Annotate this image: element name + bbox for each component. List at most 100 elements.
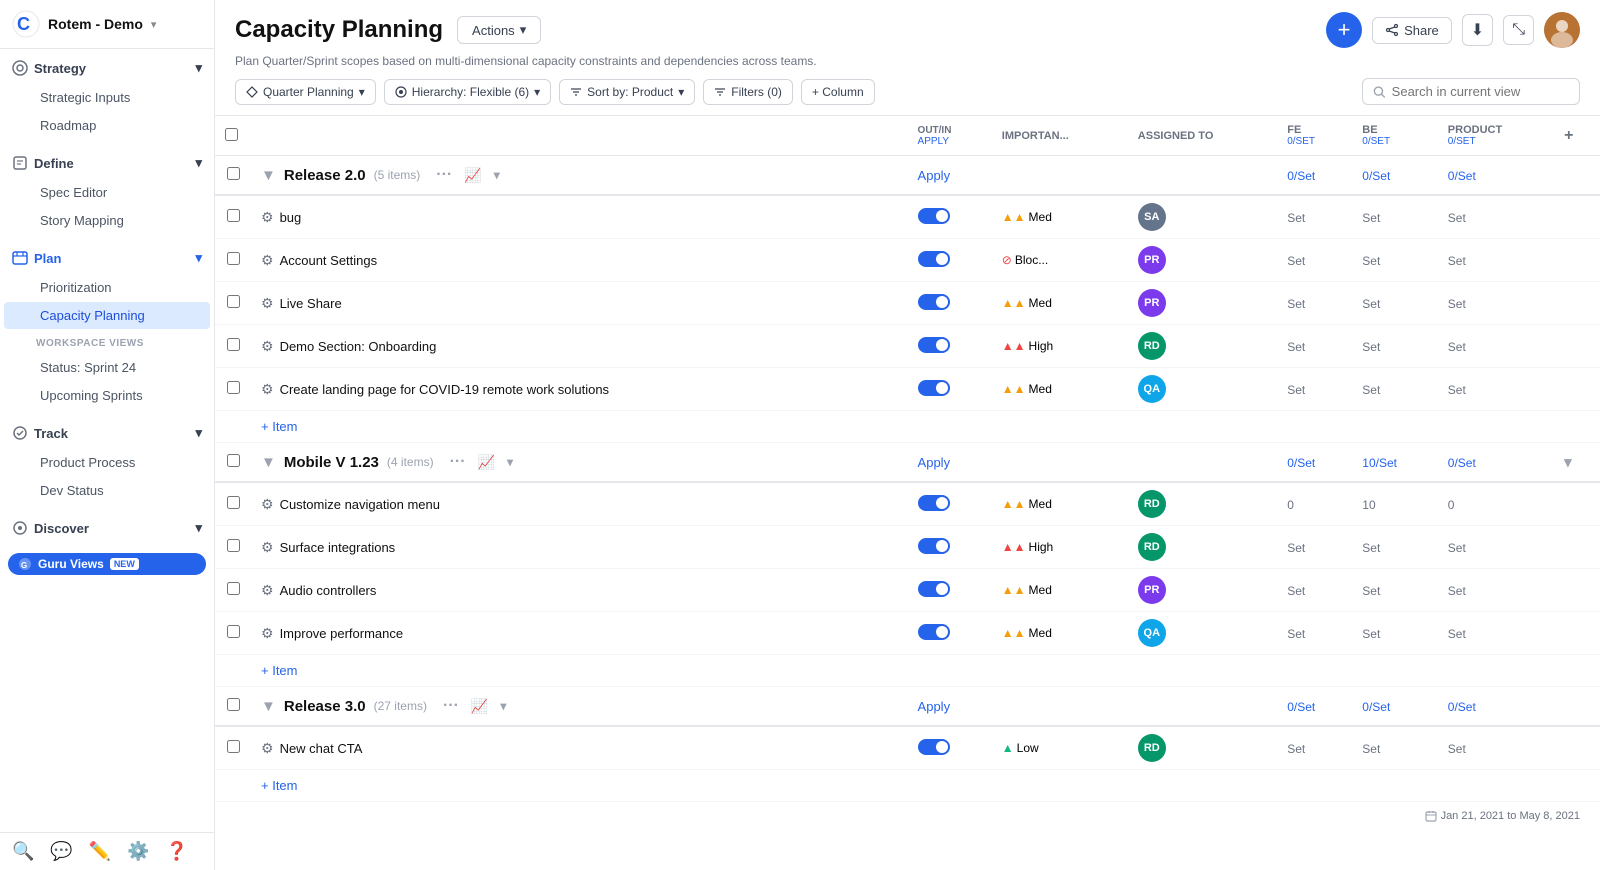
item-product-cell[interactable]: Set (1438, 569, 1554, 612)
group-expand-cell[interactable] (1554, 687, 1600, 727)
item-checkbox-1-3[interactable] (227, 625, 240, 638)
toggle-track[interactable] (918, 337, 950, 353)
item-checkbox-0-3[interactable] (227, 338, 240, 351)
th-fe-sub[interactable]: 0/Set (1287, 136, 1342, 147)
item-toggle-cell[interactable] (908, 569, 992, 612)
item-toggle[interactable] (918, 251, 950, 267)
discover-section-header[interactable]: Discover ▾ (0, 513, 214, 543)
item-fe-val[interactable]: Set (1287, 627, 1305, 641)
item-toggle-cell[interactable] (908, 368, 992, 411)
item-toggle[interactable] (918, 294, 950, 310)
item-toggle[interactable] (918, 208, 950, 224)
sidebar-item-spec-editor[interactable]: Spec Editor (4, 179, 210, 206)
group-apply-cell[interactable]: Apply (908, 687, 992, 727)
item-product-val[interactable]: Set (1448, 340, 1466, 354)
item-be-val[interactable]: Set (1362, 297, 1380, 311)
item-toggle[interactable] (918, 495, 950, 511)
item-be-cell[interactable]: Set (1352, 526, 1438, 569)
item-product-cell[interactable]: Set (1438, 526, 1554, 569)
sidebar-item-roadmap[interactable]: Roadmap (4, 112, 210, 139)
item-be-val[interactable]: Set (1362, 627, 1380, 641)
sidebar-item-status-sprint[interactable]: Status: Sprint 24 (4, 354, 210, 381)
item-fe-cell[interactable]: Set (1277, 239, 1352, 282)
search-bottom-icon[interactable]: 🔍 (12, 841, 34, 862)
item-toggle[interactable] (918, 739, 950, 755)
item-fe-cell[interactable]: Set (1277, 368, 1352, 411)
group-expand-icon[interactable]: ▼ (261, 698, 276, 715)
download-button[interactable]: ⬇ (1462, 14, 1493, 46)
item-be-val[interactable]: Set (1362, 742, 1380, 756)
item-be-cell[interactable]: Set (1352, 325, 1438, 368)
group-expand-icon[interactable]: ▼ (261, 167, 276, 184)
toggle-track[interactable] (918, 581, 950, 597)
th-product-sub[interactable]: 0/Set (1448, 136, 1544, 147)
item-toggle-cell[interactable] (908, 195, 992, 239)
item-toggle-cell[interactable] (908, 239, 992, 282)
item-be-cell[interactable]: Set (1352, 239, 1438, 282)
item-toggle-cell[interactable] (908, 612, 992, 655)
item-be-cell[interactable]: Set (1352, 368, 1438, 411)
guru-views-button[interactable]: G Guru Views NEW (8, 553, 206, 575)
item-fe-cell[interactable]: Set (1277, 569, 1352, 612)
item-checkbox-0-0[interactable] (227, 209, 240, 222)
item-be-val[interactable]: Set (1362, 541, 1380, 555)
group-apply-link[interactable]: Apply (918, 699, 951, 714)
group-collapse-icon[interactable]: ▾ (494, 168, 500, 182)
group-apply-cell[interactable]: Apply (908, 156, 992, 196)
app-header[interactable]: C Rotem - Demo ▾ (0, 0, 214, 49)
expand-button[interactable]: ⤡ (1503, 15, 1534, 45)
item-product-val[interactable]: Set (1448, 541, 1466, 555)
group-collapse-icon[interactable]: ▾ (507, 455, 513, 469)
sidebar-item-product-process[interactable]: Product Process (4, 449, 210, 476)
group-dots-icon[interactable]: ··· (443, 697, 459, 715)
item-product-val[interactable]: Set (1448, 627, 1466, 641)
group-apply-cell[interactable]: Apply (908, 443, 992, 483)
item-toggle-cell[interactable] (908, 325, 992, 368)
item-product-val[interactable]: Set (1448, 584, 1466, 598)
search-box[interactable] (1362, 78, 1580, 105)
item-be-val[interactable]: Set (1362, 383, 1380, 397)
item-product-val[interactable]: Set (1448, 254, 1466, 268)
item-toggle[interactable] (918, 581, 950, 597)
add-column-icon[interactable]: + (1564, 127, 1573, 144)
item-toggle-cell[interactable] (908, 526, 992, 569)
item-be-cell[interactable]: Set (1352, 726, 1438, 770)
column-button[interactable]: + Column (801, 79, 875, 105)
item-product-val[interactable]: 0 (1448, 498, 1455, 512)
item-be-cell[interactable]: Set (1352, 569, 1438, 612)
item-product-cell[interactable]: 0 (1438, 482, 1554, 526)
item-be-val[interactable]: Set (1362, 584, 1380, 598)
sidebar-item-upcoming-sprints[interactable]: Upcoming Sprints (4, 382, 210, 409)
item-fe-val[interactable]: Set (1287, 541, 1305, 555)
plan-section-header[interactable]: Plan ▾ (0, 243, 214, 273)
item-product-cell[interactable]: Set (1438, 612, 1554, 655)
group-apply-link[interactable]: Apply (918, 455, 951, 470)
item-be-cell[interactable]: Set (1352, 195, 1438, 239)
item-fe-cell[interactable]: Set (1277, 726, 1352, 770)
group-expand-cell[interactable]: ▾ (1554, 443, 1600, 483)
item-fe-val[interactable]: Set (1287, 254, 1305, 268)
item-checkbox-0-4[interactable] (227, 381, 240, 394)
add-item-row-2[interactable]: + Item (215, 770, 1600, 802)
item-be-cell[interactable]: 10 (1352, 482, 1438, 526)
item-fe-cell[interactable]: Set (1277, 282, 1352, 325)
search-input[interactable] (1392, 84, 1569, 99)
item-be-val[interactable]: Set (1362, 254, 1380, 268)
group-checkbox-2[interactable] (227, 698, 240, 711)
item-fe-val[interactable]: Set (1287, 742, 1305, 756)
item-fe-cell[interactable]: Set (1277, 612, 1352, 655)
item-checkbox-1-0[interactable] (227, 496, 240, 509)
group-expand-icon[interactable]: ▼ (261, 454, 276, 471)
item-product-cell[interactable]: Set (1438, 325, 1554, 368)
group-expand-right-icon[interactable]: ▾ (1564, 454, 1572, 471)
add-item-cell[interactable]: + Item (251, 411, 1600, 443)
item-toggle[interactable] (918, 380, 950, 396)
add-item-cell[interactable]: + Item (251, 655, 1600, 687)
item-fe-cell[interactable]: Set (1277, 195, 1352, 239)
item-toggle[interactable] (918, 337, 950, 353)
th-out-in-apply[interactable]: Apply (918, 136, 982, 147)
share-button[interactable]: Share (1372, 17, 1452, 44)
item-fe-cell[interactable]: Set (1277, 325, 1352, 368)
chat-bottom-icon[interactable]: 💬 (50, 841, 72, 862)
add-button[interactable]: + (1326, 12, 1362, 48)
